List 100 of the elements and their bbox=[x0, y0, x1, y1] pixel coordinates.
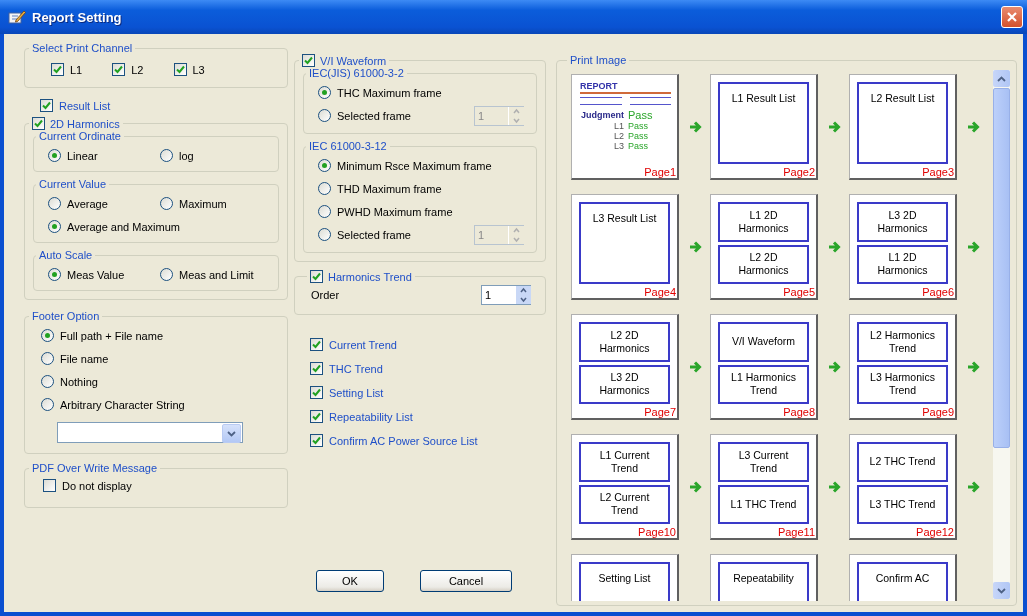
page-number: Page2 bbox=[783, 166, 815, 178]
dialog-button[interactable]: OK bbox=[316, 570, 384, 592]
checkbox[interactable] bbox=[32, 117, 45, 130]
radio-button[interactable] bbox=[48, 220, 61, 233]
chevron-up-icon bbox=[997, 75, 1006, 82]
checkbox[interactable] bbox=[43, 479, 56, 492]
checkbox-label: L2 bbox=[131, 63, 144, 76]
window-title: Report Setting bbox=[32, 9, 123, 25]
dialog-button[interactable]: Cancel bbox=[420, 570, 512, 592]
page-section: Confirm AC bbox=[857, 562, 948, 601]
page-number: Page1 bbox=[644, 166, 676, 178]
checkbox[interactable] bbox=[310, 362, 323, 375]
page-section: L3 Harmonics Trend bbox=[857, 364, 948, 404]
radio-button[interactable] bbox=[160, 268, 173, 281]
scroll-down-button[interactable] bbox=[993, 582, 1010, 599]
radio-button[interactable] bbox=[48, 268, 61, 281]
radio-button[interactable] bbox=[318, 228, 331, 241]
channel-result: Pass bbox=[628, 141, 649, 151]
page-number: Page9 bbox=[922, 406, 954, 418]
radio-button[interactable] bbox=[318, 159, 331, 172]
scroll-up-button[interactable] bbox=[993, 70, 1010, 87]
radio-button[interactable] bbox=[41, 329, 54, 342]
checkbox-label: L1 bbox=[70, 63, 83, 76]
right-arrow-icon bbox=[827, 120, 841, 134]
page-section: L1 Harmonics Trend bbox=[718, 364, 809, 404]
spin-field[interactable]: 1 bbox=[481, 284, 531, 305]
page-number: Page6 bbox=[922, 286, 954, 298]
radio-button[interactable] bbox=[318, 205, 331, 218]
radio-button[interactable] bbox=[41, 375, 54, 388]
page-section: L2 2D Harmonics bbox=[718, 244, 809, 284]
option-label: Meas Value bbox=[67, 268, 125, 281]
scroll-thumb[interactable] bbox=[993, 88, 1010, 448]
option-label: Linear bbox=[67, 149, 98, 162]
checkbox[interactable] bbox=[310, 434, 323, 447]
close-button[interactable] bbox=[1001, 6, 1023, 28]
radio-button[interactable] bbox=[48, 197, 61, 210]
chevron-down-icon bbox=[227, 430, 236, 437]
radio-button[interactable] bbox=[41, 352, 54, 365]
checkbox[interactable] bbox=[173, 63, 187, 76]
radio-button[interactable] bbox=[48, 149, 61, 162]
radio-button[interactable] bbox=[41, 398, 54, 411]
vertical-scrollbar[interactable] bbox=[993, 70, 1010, 599]
page-section: L1 THC Trend bbox=[718, 484, 809, 524]
text-combo-box[interactable] bbox=[57, 422, 243, 443]
right-arrow-icon bbox=[688, 120, 702, 134]
channel-result: Pass bbox=[628, 121, 649, 131]
page-section: L1 Current Trend bbox=[579, 442, 670, 482]
radio-button[interactable] bbox=[160, 149, 173, 162]
option-label: Nothing bbox=[60, 375, 98, 388]
radio-button[interactable] bbox=[318, 182, 331, 195]
checkbox[interactable] bbox=[310, 270, 323, 283]
checkbox[interactable] bbox=[40, 99, 53, 112]
dropdown-button[interactable] bbox=[222, 424, 241, 443]
right-arrow-icon bbox=[966, 360, 980, 374]
option-label: Meas and Limit bbox=[179, 268, 254, 281]
page-section: L2 Result List bbox=[857, 82, 948, 164]
right-arrow-icon bbox=[827, 240, 841, 254]
group-title: PDF Over Write Message bbox=[31, 462, 159, 474]
right-arrow-icon bbox=[688, 360, 702, 374]
checkbox[interactable] bbox=[51, 63, 64, 76]
notepad-pencil-icon bbox=[8, 9, 26, 25]
option-label: Arbitrary Character String bbox=[60, 398, 185, 411]
checkbox[interactable] bbox=[112, 63, 126, 76]
page-section: L3 Result List bbox=[579, 202, 670, 284]
checkbox[interactable] bbox=[310, 410, 323, 423]
page-number: Page12 bbox=[916, 526, 954, 538]
option-label: File name bbox=[60, 352, 109, 365]
checkbox-label: Confirm AC Power Source List bbox=[329, 434, 478, 447]
checkbox-label: Do not display bbox=[62, 479, 132, 492]
checkbox-label: Result List bbox=[59, 99, 111, 112]
group-title: Auto Scale bbox=[38, 249, 94, 261]
page-number: Page8 bbox=[783, 406, 815, 418]
right-arrow-icon bbox=[827, 480, 841, 494]
order-label: Order bbox=[311, 288, 340, 301]
radio-button[interactable] bbox=[318, 86, 331, 99]
option-label: Selected frame bbox=[337, 228, 411, 241]
checkbox-label: Current Trend bbox=[329, 338, 397, 351]
page-number: Page4 bbox=[644, 286, 676, 298]
group-title: Current Ordinate bbox=[38, 130, 122, 142]
option-label: PWHD Maximum frame bbox=[337, 205, 453, 218]
group-title: 2D Harmonics bbox=[50, 117, 120, 130]
option-label: Full path + File name bbox=[60, 329, 164, 342]
radio-button[interactable] bbox=[318, 109, 331, 122]
checkbox[interactable] bbox=[310, 338, 323, 351]
page-section: V/I Waveform bbox=[718, 322, 809, 362]
page-number: Page11 bbox=[777, 526, 815, 538]
radio-button[interactable] bbox=[160, 197, 173, 210]
right-arrow-icon bbox=[827, 360, 841, 374]
page-section: L3 Current Trend bbox=[718, 442, 809, 482]
right-arrow-icon bbox=[966, 480, 980, 494]
page-section: Repeatability bbox=[718, 562, 809, 601]
checkbox-label: Setting List bbox=[329, 386, 384, 399]
page-section: L1 2D Harmonics bbox=[857, 244, 948, 284]
channel-label: L1 bbox=[613, 121, 624, 131]
checkbox[interactable] bbox=[310, 386, 323, 399]
page-section: L3 2D Harmonics bbox=[857, 202, 948, 242]
option-label: Maximum bbox=[179, 197, 227, 210]
checkbox[interactable] bbox=[302, 54, 315, 67]
right-arrow-icon bbox=[688, 240, 702, 254]
group-title: IEC(JIS) 61000-3-2 bbox=[308, 67, 405, 79]
